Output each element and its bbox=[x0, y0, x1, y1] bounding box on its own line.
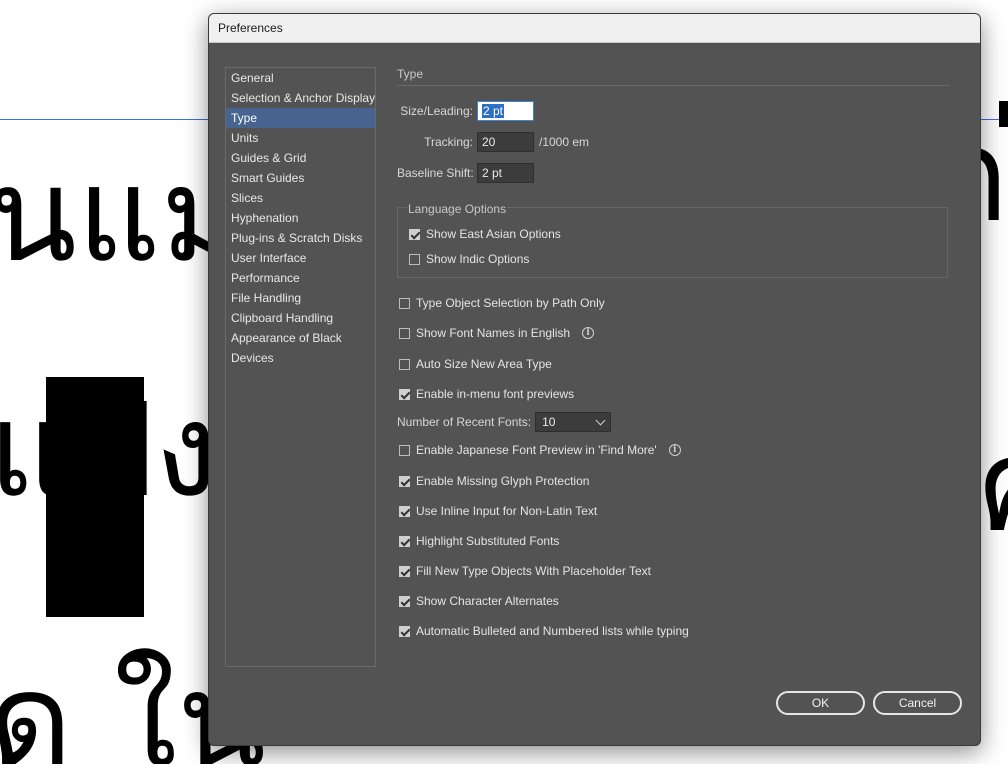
tracking-unit: /1000 em bbox=[539, 135, 590, 149]
sidebar-item-smart-guides[interactable]: Smart Guides bbox=[226, 168, 375, 188]
character-alternates-label[interactable]: Show Character Alternates bbox=[416, 594, 559, 608]
preferences-sidebar: General Selection & Anchor Display Type … bbox=[225, 67, 376, 667]
show-font-names-english-checkbox[interactable] bbox=[399, 327, 410, 339]
sidebar-item-devices[interactable]: Devices bbox=[226, 348, 375, 368]
show-font-names-english-label[interactable]: Show Font Names in English bbox=[416, 326, 570, 340]
sidebar-item-general[interactable]: General bbox=[226, 68, 375, 88]
language-options-group: Language Options Show East Asian Options… bbox=[397, 202, 948, 278]
recent-fonts-value: 10 bbox=[542, 415, 556, 429]
missing-glyph-protection-row: Enable Missing Glyph Protection bbox=[399, 474, 589, 488]
in-menu-font-previews-checkbox[interactable] bbox=[399, 388, 410, 400]
placeholder-text-checkbox[interactable] bbox=[399, 565, 410, 577]
highlight-substituted-checkbox[interactable] bbox=[399, 535, 410, 547]
type-object-selection-checkbox[interactable] bbox=[399, 297, 410, 309]
missing-glyph-protection-label[interactable]: Enable Missing Glyph Protection bbox=[416, 474, 589, 488]
japanese-font-preview-label[interactable]: Enable Japanese Font Preview in 'Find Mo… bbox=[416, 443, 657, 457]
auto-size-area-type-label[interactable]: Auto Size New Area Type bbox=[416, 357, 552, 371]
show-indic-row: Show Indic Options bbox=[409, 252, 529, 266]
sidebar-item-type[interactable]: Type bbox=[226, 108, 375, 128]
auto-bulleted-lists-checkbox[interactable] bbox=[399, 625, 410, 637]
preferences-dialog: Preferences General Selection & Anchor D… bbox=[208, 13, 981, 746]
language-options-title: Language Options bbox=[407, 202, 508, 216]
type-preferences-panel: Type Size/Leading: 2 pt Tracking: 20 /10… bbox=[397, 67, 950, 638]
show-east-asian-checkbox[interactable] bbox=[409, 228, 420, 240]
sidebar-item-performance[interactable]: Performance bbox=[226, 268, 375, 288]
tracking-label: Tracking: bbox=[424, 135, 473, 149]
auto-bulleted-lists-label[interactable]: Automatic Bulleted and Numbered lists wh… bbox=[416, 624, 689, 638]
sidebar-item-plugins-scratch-disks[interactable]: Plug-ins & Scratch Disks bbox=[226, 228, 375, 248]
section-title: Type bbox=[397, 67, 950, 86]
sidebar-item-clipboard-handling[interactable]: Clipboard Handling bbox=[226, 308, 375, 328]
baseline-shift-label: Baseline Shift: bbox=[397, 166, 474, 180]
auto-size-area-type-row: Auto Size New Area Type bbox=[399, 357, 552, 371]
sidebar-item-slices[interactable]: Slices bbox=[226, 188, 375, 208]
character-alternates-row: Show Character Alternates bbox=[399, 594, 559, 608]
highlight-substituted-label[interactable]: Highlight Substituted Fonts bbox=[416, 534, 559, 548]
baseline-shift-input[interactable]: 2 pt bbox=[477, 163, 534, 183]
info-icon[interactable]: i bbox=[668, 444, 681, 456]
character-alternates-checkbox[interactable] bbox=[399, 595, 410, 607]
chevron-down-icon bbox=[595, 415, 606, 426]
missing-glyph-protection-checkbox[interactable] bbox=[399, 475, 410, 487]
in-menu-font-previews-row: Enable in-menu font previews bbox=[399, 387, 574, 401]
inline-input-row: Use Inline Input for Non-Latin Text bbox=[399, 504, 597, 518]
dialog-titlebar[interactable]: Preferences bbox=[209, 14, 980, 43]
dialog-title: Preferences bbox=[218, 21, 283, 35]
show-east-asian-row: Show East Asian Options bbox=[409, 227, 561, 241]
inline-input-checkbox[interactable] bbox=[399, 505, 410, 517]
show-indic-label[interactable]: Show Indic Options bbox=[426, 252, 529, 266]
size-leading-input[interactable]: 2 pt bbox=[477, 101, 534, 121]
show-indic-checkbox[interactable] bbox=[409, 253, 420, 265]
sidebar-item-user-interface[interactable]: User Interface bbox=[226, 248, 375, 268]
size-leading-row: Size/Leading: 2 pt bbox=[397, 101, 534, 121]
sidebar-item-appearance-of-black[interactable]: Appearance of Black bbox=[226, 328, 375, 348]
placeholder-text-row: Fill New Type Objects With Placeholder T… bbox=[399, 564, 651, 578]
placeholder-text-label[interactable]: Fill New Type Objects With Placeholder T… bbox=[416, 564, 651, 578]
cancel-button[interactable]: Cancel bbox=[873, 691, 962, 715]
canvas-text-line-2: แป้ง bbox=[0, 374, 218, 526]
japanese-font-preview-checkbox[interactable] bbox=[399, 444, 410, 456]
recent-fonts-row: Number of Recent Fonts: 10 bbox=[397, 412, 612, 432]
tracking-row: Tracking: 20 /1000 em bbox=[397, 132, 589, 152]
baseline-shift-row: Baseline Shift: 2 pt bbox=[397, 163, 534, 183]
tracking-input[interactable]: 20 bbox=[477, 132, 534, 152]
japanese-font-preview-row: Enable Japanese Font Preview in 'Find Mo… bbox=[399, 443, 681, 457]
info-icon[interactable]: i bbox=[582, 327, 595, 339]
auto-bulleted-lists-row: Automatic Bulleted and Numbered lists wh… bbox=[399, 624, 689, 638]
size-leading-label: Size/Leading: bbox=[400, 104, 473, 118]
sidebar-item-file-handling[interactable]: File Handling bbox=[226, 288, 375, 308]
type-object-selection-row: Type Object Selection by Path Only bbox=[399, 296, 605, 310]
text-cursor-handle bbox=[999, 101, 1008, 127]
show-font-names-english-row: Show Font Names in English i bbox=[399, 326, 595, 340]
tracking-value: 20 bbox=[482, 135, 496, 149]
sidebar-item-hyphenation[interactable]: Hyphenation bbox=[226, 208, 375, 228]
baseline-shift-value: 2 pt bbox=[482, 166, 503, 180]
ok-button[interactable]: OK bbox=[776, 691, 865, 715]
sidebar-item-guides-grid[interactable]: Guides & Grid bbox=[226, 148, 375, 168]
inline-input-label[interactable]: Use Inline Input for Non-Latin Text bbox=[416, 504, 597, 518]
recent-fonts-label: Number of Recent Fonts: bbox=[397, 415, 532, 429]
highlight-substituted-row: Highlight Substituted Fonts bbox=[399, 534, 559, 548]
recent-fonts-select[interactable]: 10 bbox=[535, 412, 612, 432]
in-menu-font-previews-label[interactable]: Enable in-menu font previews bbox=[416, 387, 574, 401]
size-leading-value: 2 pt bbox=[482, 104, 505, 118]
sidebar-item-selection-anchor-display[interactable]: Selection & Anchor Display bbox=[226, 88, 375, 108]
type-object-selection-label[interactable]: Type Object Selection by Path Only bbox=[416, 296, 605, 310]
auto-size-area-type-checkbox[interactable] bbox=[399, 358, 410, 370]
sidebar-item-units[interactable]: Units bbox=[226, 128, 375, 148]
show-east-asian-label[interactable]: Show East Asian Options bbox=[426, 227, 561, 241]
